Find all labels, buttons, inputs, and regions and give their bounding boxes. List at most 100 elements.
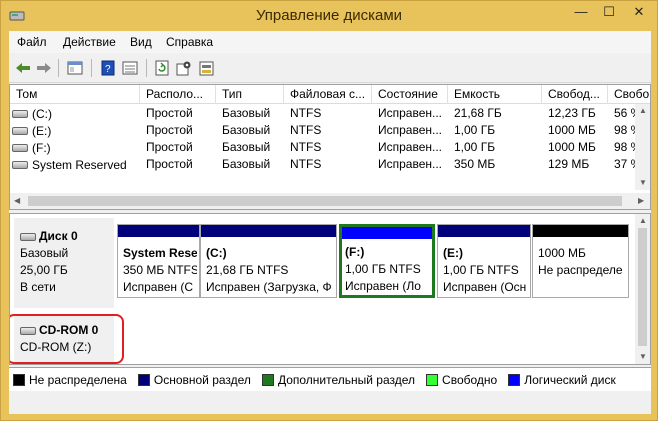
column-header-type[interactable]: Тип: [216, 85, 284, 104]
partition-status: Исправен (Загрузка, Ф: [206, 280, 332, 294]
column-header-volume[interactable]: Том: [10, 85, 140, 104]
properties-list-icon: [122, 61, 138, 75]
legend-free-space: Свободно: [426, 373, 497, 387]
settings-button[interactable]: [174, 59, 194, 77]
capacity-cell: 1,00 ГБ: [454, 140, 496, 154]
menu-action[interactable]: Действие: [63, 35, 116, 49]
filesystem-cell: NTFS: [290, 157, 322, 171]
rescan-disks-button[interactable]: [197, 59, 217, 77]
volume-row-f[interactable]: (F:) Простой Базовый NTFS Исправен... 1,…: [10, 139, 636, 156]
scroll-right-arrow-icon[interactable]: ▶: [638, 196, 644, 205]
column-header-free-percent[interactable]: Свобо: [608, 85, 650, 104]
legend-swatch: [13, 373, 25, 386]
console-tree-icon: [67, 61, 83, 75]
console-tree-button[interactable]: [65, 59, 85, 77]
volume-name: (F:): [32, 140, 51, 155]
legend-label: Основной раздел: [153, 372, 251, 387]
partition-label: (E:): [443, 246, 463, 260]
help-button[interactable]: ?: [98, 59, 118, 77]
legend-label: Не распределена: [29, 372, 127, 387]
cdrom-0-row: CD-ROM 0 CD-ROM (Z:): [10, 314, 634, 364]
volume-row-c[interactable]: (C:) Простой Базовый NTFS Исправен... 21…: [10, 105, 636, 122]
disk-view-vertical-scrollbar[interactable]: ▲ ▼: [635, 214, 650, 364]
volume-name: System Reserved: [32, 157, 127, 172]
volume-row-e[interactable]: (E:) Простой Базовый NTFS Исправен... 1,…: [10, 122, 636, 139]
type-cell: Базовый: [222, 157, 271, 171]
disk-0-status: В сети: [20, 280, 56, 294]
menu-view[interactable]: Вид: [130, 35, 152, 49]
status-cell: Исправен...: [378, 157, 443, 171]
disk-0-type: Базовый: [20, 246, 69, 260]
vertical-scroll-thumb[interactable]: [638, 228, 647, 346]
scroll-down-arrow-icon[interactable]: ▼: [639, 178, 647, 187]
free-percent-cell: 98 %: [614, 140, 636, 154]
partition-status: Не распределе: [538, 263, 623, 277]
scroll-up-arrow-icon[interactable]: ▲: [639, 106, 647, 115]
title-bar[interactable]: Управление дисками — ☐ ✕: [1, 1, 657, 31]
back-button[interactable]: [13, 59, 33, 77]
drive-icon: [12, 160, 28, 169]
free-percent-cell: 98 %: [614, 123, 636, 137]
legend-unallocated: Не распределена: [13, 373, 127, 387]
volume-list-vertical-scrollbar[interactable]: ▲ ▼: [635, 104, 650, 190]
maximize-button[interactable]: ☐: [595, 1, 623, 23]
client-area: Файл Действие Вид Справка ? Том Располо.…: [9, 31, 651, 414]
disk-0-label[interactable]: Диск 0 Базовый 25,00 ГБ В сети: [14, 218, 114, 308]
partition-unallocated[interactable]: 1000 МБ Не распределе: [532, 224, 629, 298]
column-header-layout[interactable]: Располо...: [140, 85, 216, 104]
legend-label: Свободно: [442, 372, 498, 387]
type-cell: Базовый: [222, 123, 271, 137]
column-header-status[interactable]: Состояние: [372, 85, 448, 104]
properties-view-button[interactable]: [120, 59, 140, 77]
layout-cell: Простой: [146, 106, 193, 120]
volume-list-horizontal-scrollbar[interactable]: ◀ ▶: [10, 193, 650, 209]
scroll-left-arrow-icon[interactable]: ◀: [14, 196, 20, 205]
column-header-capacity[interactable]: Емкость: [448, 85, 542, 104]
partition-color-bar: [201, 225, 336, 237]
partition-text: (E:) 1,00 ГБ NTFS Исправен (Осн: [443, 245, 528, 296]
capacity-cell: 1,00 ГБ: [454, 123, 496, 137]
forward-button[interactable]: [34, 59, 54, 77]
legend-extended-partition: Дополнительный раздел: [261, 373, 415, 387]
refresh-button[interactable]: [152, 59, 172, 77]
type-cell: Базовый: [222, 106, 271, 120]
rescan-disks-icon: [199, 61, 214, 76]
close-button[interactable]: ✕: [623, 1, 655, 23]
menu-help[interactable]: Справка: [166, 35, 213, 49]
volume-name-cell: System Reserved: [10, 156, 140, 173]
legend-swatch: [508, 373, 521, 386]
capacity-cell: 21,68 ГБ: [454, 106, 502, 120]
partition-c[interactable]: (C:) 21,68 ГБ NTFS Исправен (Загрузка, Ф: [200, 224, 337, 298]
menu-bar: Файл Действие Вид Справка: [9, 31, 651, 53]
toolbar-separator: [58, 59, 59, 77]
disk-0-name: Диск 0: [39, 229, 78, 243]
column-header-free-space[interactable]: Свобод...: [542, 85, 608, 104]
horizontal-scroll-thumb[interactable]: [28, 196, 622, 206]
layout-cell: Простой: [146, 140, 193, 154]
help-book-icon: ?: [101, 60, 115, 76]
volume-row-system-reserved[interactable]: System Reserved Простой Базовый NTFS Исп…: [10, 156, 636, 173]
partition-size: 1,00 ГБ NTFS: [345, 262, 421, 276]
partition-color-bar: [438, 225, 530, 237]
partition-e[interactable]: (E:) 1,00 ГБ NTFS Исправен (Осн: [437, 224, 531, 298]
volume-name-cell: (C:): [10, 105, 140, 122]
partition-f-selected[interactable]: (F:) 1,00 ГБ NTFS Исправен (Ло: [339, 224, 435, 298]
column-header-filesystem[interactable]: Файловая с...: [284, 85, 372, 104]
minimize-button[interactable]: —: [567, 1, 595, 23]
menu-file[interactable]: Файл: [17, 35, 47, 49]
free-percent-cell: 37 %: [614, 157, 636, 171]
scroll-up-arrow-icon[interactable]: ▲: [639, 216, 647, 225]
volume-list: Том Располо... Тип Файловая с... Состоян…: [9, 84, 651, 210]
volume-name: (C:): [32, 106, 52, 121]
free-percent-cell: 56 %: [614, 106, 636, 120]
status-cell: Исправен...: [378, 123, 443, 137]
highlight-annotation-ring: [10, 314, 124, 364]
scroll-down-arrow-icon[interactable]: ▼: [639, 352, 647, 361]
partition-system-reserved[interactable]: System Rese 350 МБ NTFS Исправен (С: [117, 224, 200, 298]
toolbar-separator: [146, 59, 147, 77]
partition-status: Исправен (Ло: [345, 279, 421, 293]
partition-legend: Не распределена Основной раздел Дополнит…: [9, 367, 651, 391]
layout-cell: Простой: [146, 123, 193, 137]
disk-management-window: Управление дисками — ☐ ✕ Файл Действие В…: [0, 0, 658, 421]
capacity-cell: 350 МБ: [454, 157, 496, 171]
